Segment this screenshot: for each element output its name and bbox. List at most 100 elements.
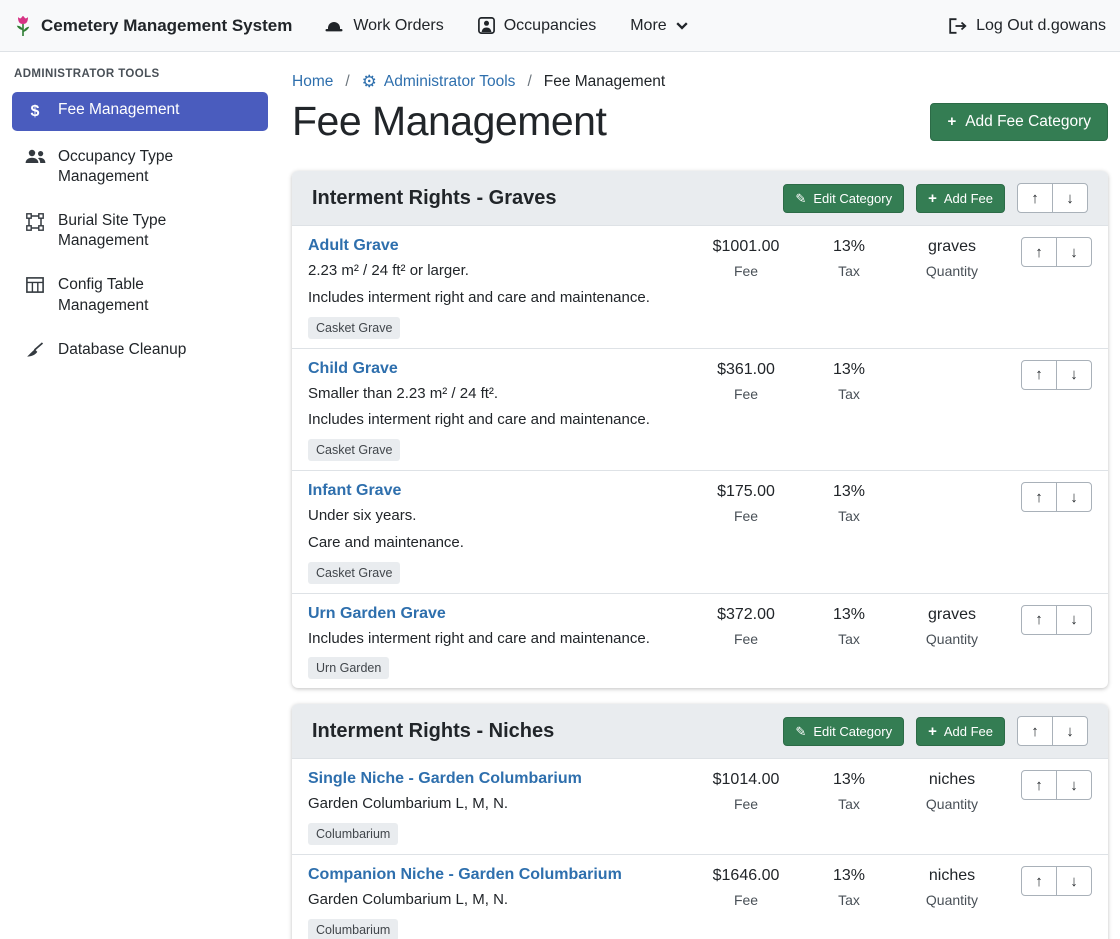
fee-info: Adult Grave 2.23 m² / 24 ft² or larger. I…: [308, 237, 693, 339]
nav-more[interactable]: More: [630, 17, 687, 35]
logout-label: Log Out d.gowans: [976, 17, 1106, 35]
fee-reorder-buttons: ↑ ↓: [1021, 482, 1092, 512]
move-fee-up-button[interactable]: ↑: [1021, 605, 1057, 635]
move-fee-up-button[interactable]: ↑: [1021, 237, 1057, 267]
fee-reorder-buttons: ↑ ↓: [1021, 605, 1092, 635]
move-category-down-button[interactable]: ↓: [1052, 716, 1088, 746]
move-category-down-button[interactable]: ↓: [1052, 183, 1088, 213]
logout-button[interactable]: Log Out d.gowans: [948, 17, 1106, 35]
fee-descriptions: Under six years.Care and maintenance.: [308, 507, 683, 553]
move-fee-down-button[interactable]: ↓: [1056, 237, 1092, 267]
move-category-up-button[interactable]: ↑: [1017, 716, 1053, 746]
people-icon: [24, 149, 46, 164]
fee-amount-col: $1014.00 Fee: [693, 770, 799, 812]
sidebar-item-label: Fee Management: [58, 100, 180, 120]
nav-more-label: More: [630, 17, 666, 35]
fee-name-link[interactable]: Urn Garden Grave: [308, 605, 446, 623]
add-fee-button[interactable]: + Add Fee: [916, 184, 1005, 213]
tax-label: Tax: [799, 796, 899, 812]
fee-info: Child Grave Smaller than 2.23 m² / 24 ft…: [308, 360, 693, 462]
quantity-col: niches Quantity: [899, 770, 1005, 812]
fee-info: Single Niche - Garden Columbarium Garden…: [308, 770, 693, 845]
move-fee-down-button[interactable]: ↓: [1056, 866, 1092, 896]
fee-name-link[interactable]: Infant Grave: [308, 482, 401, 500]
fee-descriptions: Smaller than 2.23 m² / 24 ft².Includes i…: [308, 385, 683, 431]
nav-occupancies[interactable]: Occupancies: [478, 17, 597, 35]
breadcrumb-admin-tools-link[interactable]: ⚙ Administrator Tools: [362, 72, 516, 92]
category-header: Interment Rights - Niches ✎ Edit Categor…: [292, 704, 1108, 759]
quantity-unit: niches: [899, 771, 1005, 789]
tax-value: 13%: [799, 483, 899, 501]
fee-descriptions: Includes interment right and care and ma…: [308, 630, 683, 649]
plus-icon: +: [928, 191, 937, 206]
fee-amount-label: Fee: [693, 892, 799, 908]
nav-work-orders[interactable]: Work Orders: [324, 17, 443, 35]
add-fee-label: Add Fee: [944, 191, 993, 206]
move-fee-down-button[interactable]: ↓: [1056, 770, 1092, 800]
add-fee-category-button[interactable]: + Add Fee Category: [930, 103, 1108, 141]
tax-value: 13%: [799, 771, 899, 789]
edit-category-button[interactable]: ✎ Edit Category: [783, 717, 904, 746]
nav-menu: Work Orders Occupancies More: [324, 17, 687, 35]
move-fee-down-button[interactable]: ↓: [1056, 482, 1092, 512]
sidebar-item-database-cleanup[interactable]: Database Cleanup: [12, 332, 268, 368]
fee-amount: $372.00: [693, 606, 799, 624]
fee-info: Infant Grave Under six years.Care and ma…: [308, 482, 693, 584]
edit-category-label: Edit Category: [813, 191, 892, 206]
fee-amount-col: $175.00 Fee: [693, 482, 799, 524]
fee-name-link[interactable]: Companion Niche - Garden Columbarium: [308, 866, 622, 884]
move-fee-up-button[interactable]: ↑: [1021, 770, 1057, 800]
dollar-icon: $: [24, 102, 46, 123]
move-category-up-button[interactable]: ↑: [1017, 183, 1053, 213]
fee-amount-label: Fee: [693, 263, 799, 279]
breadcrumb-separator: /: [527, 73, 531, 91]
tax-value: 13%: [799, 606, 899, 624]
quantity-unit: graves: [899, 238, 1005, 256]
quantity-label: Quantity: [899, 892, 1005, 908]
move-fee-down-button[interactable]: ↓: [1056, 605, 1092, 635]
tax-label: Tax: [799, 631, 899, 647]
tax-label: Tax: [799, 892, 899, 908]
pencil-icon: ✎: [795, 725, 806, 738]
fee-description: Includes interment right and care and ma…: [308, 630, 683, 649]
sidebar-item-burial-site-type[interactable]: Burial Site Type Management: [12, 203, 268, 259]
move-fee-up-button[interactable]: ↑: [1021, 866, 1057, 896]
breadcrumb-admin-tools-label: Administrator Tools: [384, 73, 516, 91]
sidebar-item-occupancy-type[interactable]: Occupancy Type Management: [12, 139, 268, 195]
fee-description: 2.23 m² / 24 ft² or larger.: [308, 262, 683, 281]
fee-row: Child Grave Smaller than 2.23 m² / 24 ft…: [292, 349, 1108, 472]
sidebar-item-fee-management[interactable]: $ Fee Management: [12, 92, 268, 131]
edit-category-label: Edit Category: [813, 724, 892, 739]
fee-info: Companion Niche - Garden Columbarium Gar…: [308, 866, 693, 939]
move-fee-up-button[interactable]: ↑: [1021, 360, 1057, 390]
pencil-icon: ✎: [795, 192, 806, 205]
category-title: Interment Rights - Graves: [312, 187, 783, 210]
sidebar-item-label: Occupancy Type Management: [58, 147, 238, 187]
fee-name-link[interactable]: Single Niche - Garden Columbarium: [308, 770, 582, 788]
fee-description: Includes interment right and care and ma…: [308, 289, 683, 308]
tax-col: 13% Tax: [799, 770, 899, 812]
quantity-col: graves Quantity: [899, 605, 1005, 647]
tax-label: Tax: [799, 263, 899, 279]
move-fee-up-button[interactable]: ↑: [1021, 482, 1057, 512]
categories: Interment Rights - Graves ✎ Edit Categor…: [292, 171, 1108, 939]
fee-name-link[interactable]: Adult Grave: [308, 237, 399, 255]
tax-label: Tax: [799, 508, 899, 524]
add-fee-button[interactable]: + Add Fee: [916, 717, 1005, 746]
fee-name-link[interactable]: Child Grave: [308, 360, 398, 378]
sidebar-item-config-table[interactable]: Config Table Management: [12, 267, 268, 323]
quantity-label: Quantity: [899, 796, 1005, 812]
breadcrumb-home-link[interactable]: Home: [292, 73, 333, 91]
fee-row: Urn Garden Grave Includes interment righ…: [292, 594, 1108, 689]
fee-amount-col: $1646.00 Fee: [693, 866, 799, 908]
quantity-col: niches Quantity: [899, 866, 1005, 908]
fee-row: Companion Niche - Garden Columbarium Gar…: [292, 855, 1108, 939]
move-fee-down-button[interactable]: ↓: [1056, 360, 1092, 390]
fee-list: Single Niche - Garden Columbarium Garden…: [292, 759, 1108, 939]
app-brand[interactable]: Cemetery Management System: [14, 15, 292, 37]
main-content: Home / ⚙ Administrator Tools / Fee Manag…: [280, 52, 1120, 939]
breadcrumb-separator: /: [345, 73, 349, 91]
edit-category-button[interactable]: ✎ Edit Category: [783, 184, 904, 213]
fee-type-badge: Columbarium: [308, 919, 398, 939]
fee-amount: $361.00: [693, 361, 799, 379]
